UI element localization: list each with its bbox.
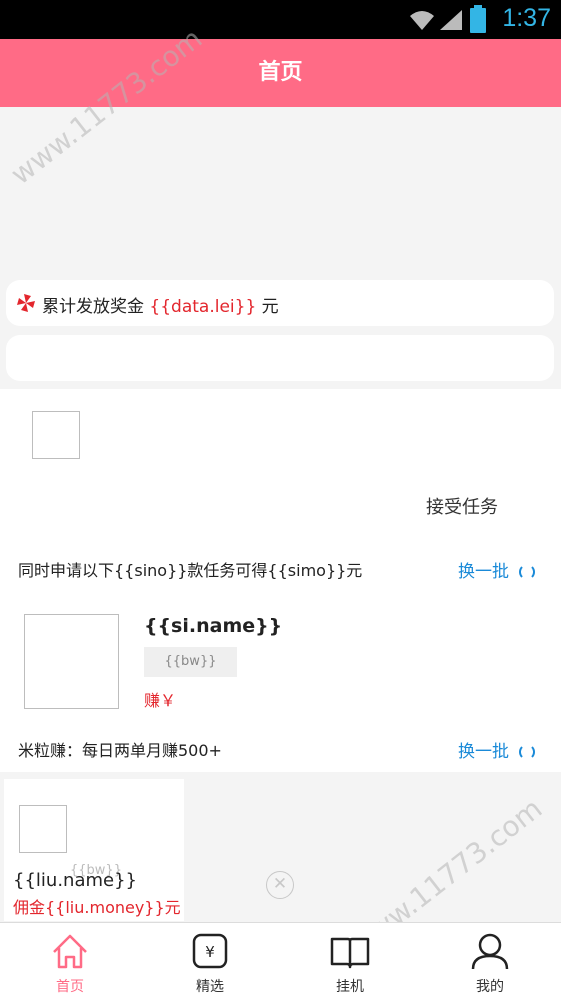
reward-bar: 累计发放奖金 {{data.lei}} 元 [6, 280, 554, 326]
product-badge: {{bw}} [144, 647, 237, 677]
task-description: 同时申请以下{{sino}}款任务可得{{simo}}元 [18, 561, 363, 580]
svg-text:¥: ¥ [205, 943, 215, 961]
reward-text: 累计发放奖金 {{data.lei}} 元 [42, 292, 279, 317]
tab-home[interactable]: 首页 [0, 923, 140, 1000]
refresh-icon [519, 564, 535, 580]
notice-bar [6, 335, 554, 381]
signal-icons [410, 10, 462, 30]
tab-label: 我的 [476, 979, 504, 995]
tab-label: 挂机 [336, 979, 364, 995]
book-icon [330, 937, 370, 969]
list-name: {{liu.name}} [13, 870, 137, 891]
reward-prefix: 累计发放奖金 [42, 297, 150, 317]
status-bar: 1:37 [0, 0, 561, 39]
page-title: 首页 [258, 60, 303, 85]
clock: 1:37 [502, 4, 551, 32]
task-thumbnail [32, 411, 80, 459]
close-icon[interactable]: ✕ [266, 871, 294, 899]
home-icon [53, 934, 87, 969]
list-commission: 佣金{{liu.money}}元 [13, 898, 181, 917]
list-thumbnail [19, 805, 67, 853]
swap-batch-button-2[interactable]: 换一批 [458, 737, 535, 762]
app-header: 首页 [0, 39, 561, 107]
mili-earn-text: 米粒赚：每日两单月赚500+ [18, 741, 222, 760]
battery-icon [470, 5, 486, 33]
pinwheel-icon [17, 294, 35, 312]
product-image[interactable] [24, 614, 119, 709]
tab-bar: 首页 ¥ 精选 挂机 我的 [0, 922, 561, 1000]
tab-hangup[interactable]: 挂机 [280, 923, 420, 1000]
tab-featured[interactable]: ¥ 精选 [140, 923, 280, 1000]
tab-label: 首页 [56, 979, 84, 995]
tab-mine[interactable]: 我的 [420, 923, 560, 1000]
refresh-icon [519, 744, 535, 760]
swap-batch-button[interactable]: 换一批 [458, 557, 535, 582]
user-icon [471, 933, 509, 970]
yen-icon: ¥ [192, 933, 228, 969]
swap-label: 换一批 [458, 742, 509, 762]
product-name[interactable]: {{si.name}} [144, 615, 282, 637]
task-card: 接受任务 同时申请以下{{sino}}款任务可得{{simo}}元 换一批 {{… [0, 389, 561, 772]
reward-value: {{data.lei}} [149, 297, 257, 317]
list-item[interactable]: {{bw}} {{liu.name}} 佣金{{liu.money}}元 [4, 779, 184, 921]
accept-task-button[interactable]: 接受任务 [426, 493, 498, 519]
swap-label: 换一批 [458, 562, 509, 582]
product-earn: 赚￥ [144, 691, 177, 710]
reward-suffix: 元 [256, 297, 279, 317]
tab-label: 精选 [196, 979, 224, 995]
